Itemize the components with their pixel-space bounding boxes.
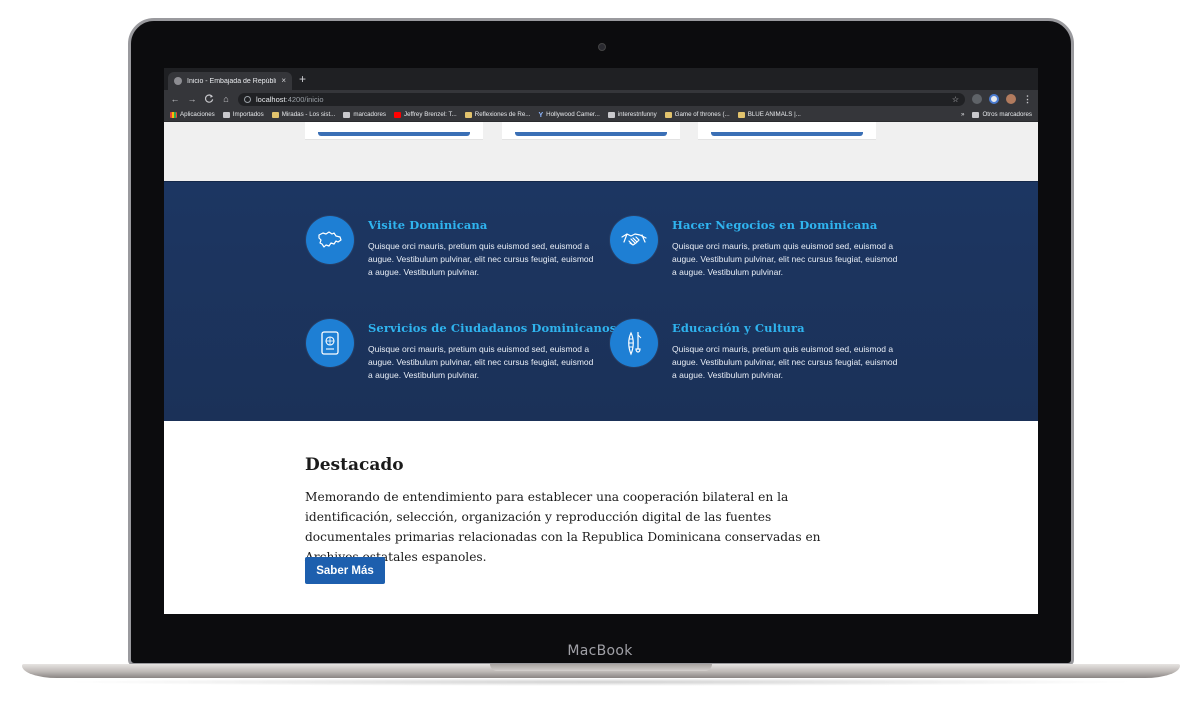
bookmark-item[interactable]: Miradas - Los sist... <box>271 111 335 118</box>
tab-favicon-icon <box>174 77 182 85</box>
card <box>698 122 876 140</box>
featured-text: Memorando de entendimiento para establec… <box>305 490 821 564</box>
feature-title[interactable]: Educación y Cultura <box>672 321 900 335</box>
forward-arrow-icon[interactable]: → <box>187 94 197 104</box>
screen: Inicio - Embajada de República × + ← → ⌂… <box>164 68 1038 614</box>
folder-icon <box>343 111 351 118</box>
bookmarks-bar: Aplicaciones Importados Miradas - Los si… <box>164 108 1038 122</box>
feature-text: Quisque orci mauris, pretium quis euismo… <box>672 241 898 277</box>
reload-icon[interactable] <box>204 93 214 105</box>
featured-heading: Destacado <box>305 455 404 475</box>
device-label: MacBook <box>567 643 633 659</box>
extension-icon[interactable] <box>989 94 999 104</box>
feature-title[interactable]: Visite Dominicana <box>368 218 596 232</box>
bookmark-item[interactable]: Jeffrey Brenzel: T... <box>394 111 457 118</box>
bookmark-item[interactable]: Y Hollywood Camer... <box>538 111 599 119</box>
youtube-icon <box>394 111 402 118</box>
card <box>305 122 483 140</box>
back-arrow-icon[interactable]: ← <box>170 94 180 104</box>
laptop-base-notch <box>490 664 712 671</box>
card-button[interactable] <box>711 132 863 136</box>
browser-tab-active[interactable]: Inicio - Embajada de República × <box>168 72 292 90</box>
home-icon[interactable]: ⌂ <box>221 94 231 104</box>
bookmark-item[interactable]: interestnfunny <box>607 111 657 118</box>
site-icon <box>271 111 279 118</box>
read-more-button[interactable]: Saber Más <box>305 557 385 584</box>
handshake-icon <box>610 216 658 264</box>
bookmark-item[interactable]: BLUE ANIMALS |... <box>737 111 801 118</box>
card-button[interactable] <box>515 132 667 136</box>
folder-icon <box>222 111 230 118</box>
bookmark-item[interactable]: Game of thrones (... <box>664 111 730 118</box>
featured-section: Destacado Memorando de entendimiento par… <box>164 421 1038 614</box>
bookmark-item[interactable]: Importados <box>222 111 264 118</box>
site-icon <box>737 111 745 118</box>
card <box>502 122 680 140</box>
feature-text: Quisque orci mauris, pretium quis euismo… <box>672 344 898 380</box>
passport-icon <box>306 319 354 367</box>
extension-icon[interactable] <box>972 94 982 104</box>
feature-business[interactable]: Hacer Negocios en Dominicana Quisque orc… <box>610 216 900 279</box>
bookmark-star-icon[interactable]: ☆ <box>952 95 959 104</box>
feature-title[interactable]: Hacer Negocios en Dominicana <box>672 218 900 232</box>
browser-menu-icon[interactable]: ⋮ <box>1023 94 1032 105</box>
services-section: Visite Dominicana Quisque orci mauris, p… <box>164 181 1038 421</box>
feature-title[interactable]: Servicios de Ciudadanos Dominicanos <box>368 321 616 335</box>
feature-education-culture[interactable]: Educación y Cultura Quisque orci mauris,… <box>610 319 900 382</box>
site-icon <box>464 111 472 118</box>
site-info-icon[interactable] <box>244 95 251 103</box>
browser-toolbar: ← → ⌂ localhost:4200/inicio ☆ ⋮ <box>164 90 1038 108</box>
other-bookmarks[interactable]: Otros marcadores <box>972 111 1032 118</box>
yahoo-icon: Y <box>538 111 544 119</box>
new-tab-button[interactable]: + <box>299 73 306 85</box>
bookmarks-overflow-button[interactable]: » <box>961 111 964 118</box>
apps-grid-icon <box>170 111 177 118</box>
bookmark-item[interactable]: Reflexiones de Re... <box>464 111 530 118</box>
url-text: localhost:4200/inicio <box>256 94 324 104</box>
address-bar[interactable]: localhost:4200/inicio ☆ <box>238 92 965 106</box>
feature-visit[interactable]: Visite Dominicana Quisque orci mauris, p… <box>306 216 596 279</box>
feature-citizen-services[interactable]: Servicios de Ciudadanos Dominicanos Quis… <box>306 319 616 382</box>
cards-section <box>164 122 1038 181</box>
folder-icon <box>607 111 615 118</box>
profile-avatar[interactable] <box>1006 94 1016 104</box>
feature-text: Quisque orci mauris, pretium quis euismo… <box>368 241 594 277</box>
bookmark-item[interactable]: marcadores <box>343 111 386 118</box>
site-icon <box>664 111 672 118</box>
culture-instruments-icon <box>610 319 658 367</box>
feature-text: Quisque orci mauris, pretium quis euismo… <box>368 344 594 380</box>
card-button[interactable] <box>318 132 470 136</box>
browser-tabbar: Inicio - Embajada de República × + <box>164 68 1038 90</box>
dominican-map-icon <box>306 216 354 264</box>
tab-close-icon[interactable]: × <box>281 77 286 85</box>
folder-icon <box>972 111 980 118</box>
bookmark-item[interactable]: Aplicaciones <box>170 111 215 118</box>
tab-title: Inicio - Embajada de República <box>187 77 277 85</box>
webcam <box>598 43 606 51</box>
laptop-shadow <box>60 678 1140 686</box>
web-page: Visite Dominicana Quisque orci mauris, p… <box>164 122 1038 614</box>
